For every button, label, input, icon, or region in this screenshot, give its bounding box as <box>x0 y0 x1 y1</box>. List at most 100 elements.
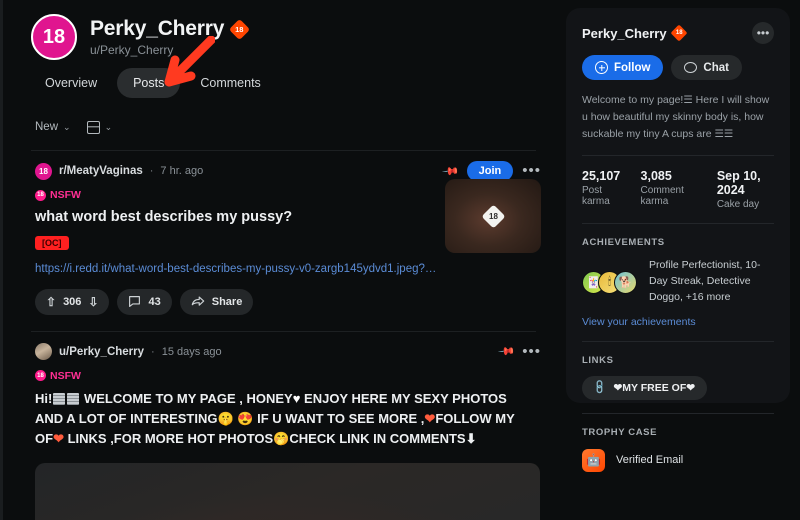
achievements-title: ACHIEVEMENTS <box>582 237 665 249</box>
profile-tabs: Overview Posts Comments <box>29 68 548 98</box>
nsfw-badge-label: 18 <box>235 24 244 34</box>
post-overflow-menu-icon-2[interactable]: ••• <box>522 344 541 359</box>
tab-posts[interactable]: Posts <box>117 68 181 98</box>
external-link-label: ❤MY FREE OF❤ <box>613 381 696 394</box>
avatar[interactable]: 18 <box>31 14 77 60</box>
post-item-2[interactable]: u/Perky_Cherry · 15 days ago 📌 ••• 18 NS… <box>31 332 541 520</box>
view-achievements-link[interactable]: View your achievements <box>582 316 774 328</box>
nsfw-tag-2: 18 NSFW <box>35 370 541 382</box>
nsfw-label: NSFW <box>50 189 81 201</box>
comment-karma-label: Comment karma <box>640 185 684 208</box>
body-seg-4: IF U WANT TO SEE MORE , <box>253 410 425 426</box>
nsfw-dot-icon-2: 18 <box>35 370 46 382</box>
robot-trophy-icon: 🤖 <box>582 448 605 472</box>
thumbnail-nsfw-icon: 18 <box>480 203 506 229</box>
profile-sidebar: Perky_Cherry 18 ••• Follow Chat Welcome … <box>566 8 790 472</box>
red-heart-icon-2: ❤ <box>53 431 64 447</box>
body-seg-7: CHECK LINK IN COMMENTS <box>289 431 466 447</box>
sidebar-divider-2 <box>582 223 774 225</box>
pin-icon: 📌 <box>441 162 460 181</box>
card-layout-icon <box>86 120 100 134</box>
post-timestamp: 7 hr. ago <box>160 165 204 177</box>
post-header-1: 18 r/MeatyVaginas · 7 hr. ago 📌 Join ••• <box>35 161 541 181</box>
post-thumbnail[interactable]: 18 <box>445 179 541 253</box>
subreddit-avatar[interactable]: 18 <box>35 162 52 180</box>
sidebar-divider-1 <box>582 155 774 157</box>
subreddit-avatar-label: 18 <box>39 166 48 176</box>
achievement-icons: 🃏 🕯 🐕 <box>582 270 637 294</box>
tab-overview[interactable]: Overview <box>29 68 113 98</box>
body-seg-1: Hi! <box>35 390 53 406</box>
join-button[interactable]: Join <box>466 161 514 181</box>
achievements-row[interactable]: 🃏 🕯 🐕 Profile Perfectionist, 10-Day Stre… <box>582 258 774 305</box>
subreddit-name[interactable]: r/MeatyVaginas <box>59 165 143 177</box>
comment-count: 43 <box>148 295 161 308</box>
chat-label: Chat <box>703 61 729 74</box>
post-karma-stat: 25,107 Post karma <box>582 169 621 210</box>
post-overflow-menu-icon[interactable]: ••• <box>522 163 541 178</box>
display-name-row: Perky_Cherry 18 <box>90 17 251 41</box>
smirk-emoji-icon: 🤭 <box>273 431 290 447</box>
lines-emoji-icon-2 <box>67 392 80 405</box>
sidebar-divider-4 <box>582 412 774 414</box>
plus-circle-icon <box>595 61 608 74</box>
chat-button[interactable]: Chat <box>671 55 742 80</box>
app-root: 18 Perky_Cherry 18 u/Perky_Cherry Overvi… <box>0 0 800 520</box>
user-avatar[interactable] <box>35 343 52 361</box>
sidebar-action-buttons: Follow Chat <box>582 55 774 80</box>
profile-header: 18 Perky_Cherry 18 u/Perky_Cherry <box>31 0 548 62</box>
post-header-actions: 📌 Join ••• <box>441 161 541 181</box>
nsfw-badge-icon: 18 <box>229 18 251 40</box>
post-item-1[interactable]: 18 r/MeatyVaginas · 7 hr. ago 📌 Join •••… <box>31 151 541 321</box>
sidebar-overflow-menu-icon[interactable]: ••• <box>752 22 774 44</box>
links-title: LINKS <box>582 354 614 366</box>
sidebar-description: Welcome to my page!☰ Here I will show u … <box>582 94 770 140</box>
sidebar-nsfw-label: 18 <box>675 30 682 36</box>
trophy-case-title: TROPHY CASE <box>582 426 658 438</box>
sort-dropdown[interactable]: New ⌄ <box>35 121 71 133</box>
post-link[interactable]: https://i.redd.it/what-word-best-describ… <box>35 263 440 275</box>
follow-button[interactable]: Follow <box>582 55 664 80</box>
sort-bar: New ⌄ ⌄ <box>35 114 548 140</box>
external-link-chip[interactable]: 🔗 ❤MY FREE OF❤ <box>582 375 708 400</box>
post-karma-label: Post karma <box>582 185 610 208</box>
comments-pill[interactable]: 43 <box>117 288 172 315</box>
sidebar-username: Perky_Cherry <box>582 25 667 41</box>
post-title-1[interactable]: what word best describes my pussy? <box>35 208 435 227</box>
separator-dot: · <box>149 165 154 177</box>
upvote-icon[interactable]: ⇧ <box>46 295 56 309</box>
thinking-emoji-icon: 🤫 <box>217 410 234 426</box>
share-icon <box>191 296 204 307</box>
post-header-actions-2: 📌 ••• <box>497 343 541 361</box>
post-image[interactable] <box>35 463 540 520</box>
profile-handle: u/Perky_Cherry <box>90 43 174 57</box>
link-chain-icon: 🔗 <box>591 379 609 396</box>
profile-names: Perky_Cherry 18 u/Perky_Cherry <box>90 17 251 57</box>
chevron-down-icon-2: ⌄ <box>104 121 113 132</box>
sort-label: New <box>35 121 59 133</box>
share-pill[interactable]: Share <box>179 288 254 315</box>
vote-score: 306 <box>63 295 82 308</box>
comment-karma-stat: 3,085 Comment karma <box>641 169 697 210</box>
post-username[interactable]: u/Perky_Cherry <box>59 346 144 358</box>
thumbnail-nsfw-label: 18 <box>488 211 498 221</box>
cake-day-value: Sep 10, 2024 <box>716 169 761 198</box>
layout-dropdown[interactable]: ⌄ <box>86 120 113 134</box>
share-label: Share <box>211 295 243 308</box>
trophy-label: Verified Email <box>616 454 684 467</box>
heart-eyes-emoji-icon: 😍 <box>237 410 254 426</box>
achievements-text: Profile Perfectionist, 10-Day Streak, De… <box>649 259 761 303</box>
downvote-icon[interactable]: ⇩ <box>88 295 98 309</box>
oc-badge: [OC] <box>35 235 69 250</box>
sidebar-header: Perky_Cherry 18 ••• <box>582 22 774 44</box>
cake-day-label: Cake day <box>716 199 760 211</box>
vote-pill[interactable]: ⇧ 306 ⇩ <box>35 288 110 315</box>
lines-emoji-icon <box>53 392 66 405</box>
trophy-item[interactable]: 🤖 Verified Email <box>582 448 774 472</box>
page-title: Perky_Cherry <box>90 17 225 40</box>
cake-day-stat: Sep 10, 2024 Cake day <box>717 169 774 210</box>
tab-comments[interactable]: Comments <box>184 68 276 98</box>
red-heart-icon: ❤ <box>424 410 436 426</box>
post-body-text[interactable]: Hi! WELCOME TO MY PAGE , HONEY♥ ENJOY HE… <box>35 389 525 449</box>
main-content-column: 18 Perky_Cherry 18 u/Perky_Cherry Overvi… <box>3 0 548 520</box>
